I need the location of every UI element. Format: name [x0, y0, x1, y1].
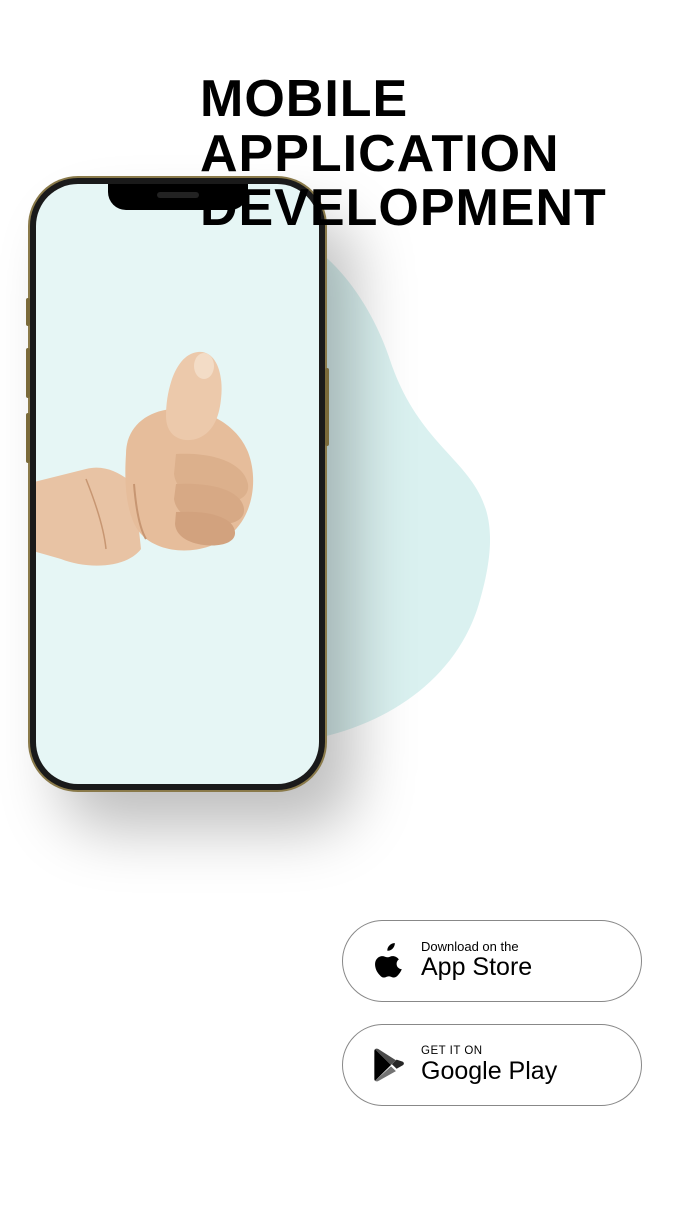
- store-badges: Download on the App Store GET IT ON Goog…: [342, 920, 642, 1106]
- google-play-icon: [371, 1045, 407, 1085]
- google-play-big-label: Google Play: [421, 1058, 557, 1086]
- phone-mute-switch: [26, 298, 30, 326]
- title-line-2: APPLICATION: [200, 127, 607, 182]
- phone-screen: [36, 184, 319, 784]
- thumbs-up-icon: [36, 334, 286, 584]
- app-store-button[interactable]: Download on the App Store: [342, 920, 642, 1002]
- google-play-small-label: GET IT ON: [421, 1045, 557, 1058]
- phone-power-button: [325, 368, 329, 446]
- phone-volume-up: [26, 348, 30, 398]
- phone-mockup: [30, 178, 325, 790]
- page-title: MOBILE APPLICATION DEVELOPMENT: [200, 72, 607, 236]
- google-play-button[interactable]: GET IT ON Google Play: [342, 1024, 642, 1106]
- google-play-texts: GET IT ON Google Play: [421, 1045, 557, 1085]
- app-store-big-label: App Store: [421, 954, 532, 982]
- phone-volume-down: [26, 413, 30, 463]
- title-line-1: MOBILE: [200, 72, 607, 127]
- app-store-texts: Download on the App Store: [421, 940, 532, 982]
- apple-icon: [371, 941, 407, 981]
- title-line-3: DEVELOPMENT: [200, 181, 607, 236]
- app-store-small-label: Download on the: [421, 940, 532, 954]
